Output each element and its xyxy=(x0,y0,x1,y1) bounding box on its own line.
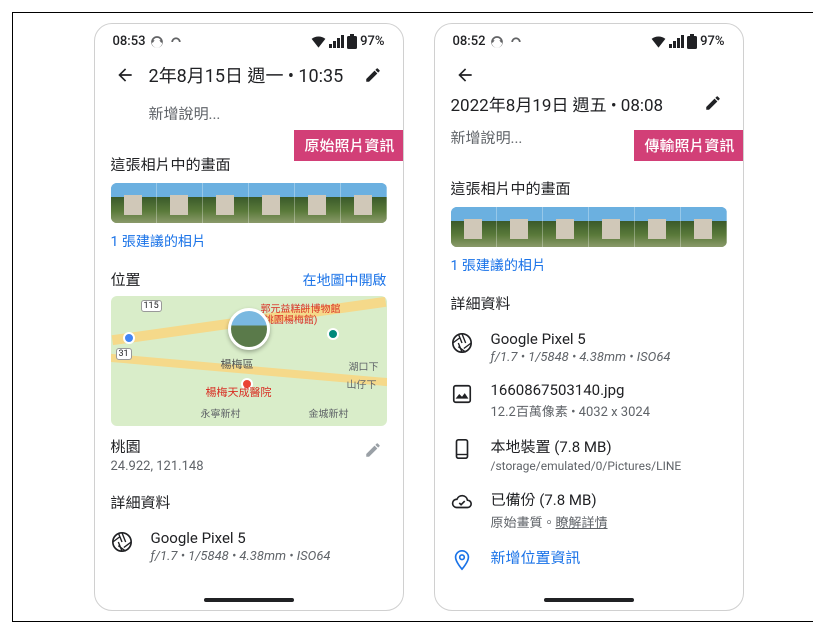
status-time: 08:53 xyxy=(113,34,146,49)
device-name: Google Pixel 5 xyxy=(151,529,331,547)
battery-percent: 97% xyxy=(700,34,724,49)
device-meta: ƒ/1.7 • 1/5848 • 4.38mm • ISO64 xyxy=(151,549,331,564)
map-pin-teal xyxy=(327,328,339,340)
back-button[interactable] xyxy=(451,61,479,89)
open-in-maps-link[interactable]: 在地圖中開啟 xyxy=(303,270,387,290)
map-photo-pin xyxy=(228,308,270,350)
device-meta: ƒ/1.7 • 1/5848 • 4.38mm • ISO64 xyxy=(491,350,671,365)
phone-transferred: 08:52 97% 2022年8月19日 週五 • 08:08 xyxy=(434,23,744,611)
wifi-icon xyxy=(311,36,326,48)
nav-bar[interactable] xyxy=(435,590,743,610)
map-route-115: 115 xyxy=(141,300,162,312)
status-bar: 08:53 97% xyxy=(95,24,403,53)
detail-device: Google Pixel 5 ƒ/1.7 • 1/5848 • 4.38mm •… xyxy=(111,529,387,564)
signal-icon xyxy=(669,35,684,48)
details-title: 詳細資料 xyxy=(111,492,387,513)
photo-datetime: 2年8月15日 週一 • 10:35 xyxy=(149,62,349,88)
detail-device: Google Pixel 5 ƒ/1.7 • 1/5848 • 4.38mm •… xyxy=(451,330,727,365)
device-icon xyxy=(451,438,473,460)
location-map[interactable]: 115 31 郭元益糕餅博物館 (桃園楊梅館) 楊梅區 楊梅天成醫院 湖口下 山… xyxy=(111,296,387,426)
location-place: 桃園 xyxy=(111,436,204,457)
battery-icon xyxy=(347,34,357,49)
map-route-31: 31 xyxy=(116,348,132,360)
detail-file: 1660867503140.jpg 12.2百萬像素 • 4032 x 3024 xyxy=(451,381,727,420)
location-title: 位置 xyxy=(111,269,141,290)
map-pin-blue xyxy=(123,332,135,344)
location-coords: 24.922, 121.148 xyxy=(111,459,204,474)
map-poi-7: 金城新村 xyxy=(309,405,349,420)
strip-title: 這張相片中的畫面 xyxy=(451,178,727,199)
map-poi-hospital: 楊梅天成醫院 xyxy=(206,384,272,400)
pencil-icon xyxy=(704,94,722,112)
wifi-icon xyxy=(651,36,666,48)
edit-datetime-button[interactable] xyxy=(699,89,727,117)
status-bar: 08:52 97% xyxy=(435,24,743,53)
battery-icon xyxy=(687,34,697,49)
backup-meta: 原始畫質。瞭解詳情 xyxy=(491,512,608,531)
cloud-sync-icon xyxy=(150,35,164,49)
pencil-icon xyxy=(364,66,382,84)
learn-more-link[interactable]: 瞭解詳情 xyxy=(556,516,608,531)
photo-strip[interactable] xyxy=(451,207,727,247)
badge-transferred: 傳輸照片資訊 xyxy=(634,130,742,161)
phone-original: 08:53 97% 2年8月15日 週一 • 10:35 xyxy=(94,23,404,611)
cloud-sync-icon xyxy=(490,35,504,49)
back-button[interactable] xyxy=(111,61,139,89)
details-title: 詳細資料 xyxy=(451,293,727,314)
add-location-row[interactable]: 新增位置資訊 xyxy=(451,547,727,571)
detail-backup: 已備份 (7.8 MB) 原始畫質。瞭解詳情 xyxy=(451,489,727,531)
backup-name: 已備份 (7.8 MB) xyxy=(491,489,608,510)
add-location-text: 新增位置資訊 xyxy=(491,547,581,568)
edit-location-button[interactable] xyxy=(359,436,387,464)
nav-bar[interactable] xyxy=(95,590,403,610)
battery-percent: 97% xyxy=(360,34,384,49)
arrow-left-icon xyxy=(455,65,475,85)
storage-path: /storage/emulated/0/Pictures/LINE xyxy=(491,459,682,473)
map-poi-museum: 郭元益糕餅博物館 (桃園楊梅館) xyxy=(261,304,341,326)
device-name: Google Pixel 5 xyxy=(491,330,671,348)
storage-name: 本地裝置 (7.8 MB) xyxy=(491,436,682,457)
map-poi-4: 湖口下 xyxy=(349,358,379,373)
edit-datetime-button[interactable] xyxy=(359,61,387,89)
aperture-icon xyxy=(451,332,473,354)
map-poi-district: 楊梅區 xyxy=(221,356,254,372)
status-time: 08:52 xyxy=(453,34,486,49)
arrow-left-icon xyxy=(115,65,135,85)
cast-icon xyxy=(169,35,183,49)
suggested-photos-link[interactable]: 1 張建議的相片 xyxy=(111,231,387,251)
cloud-check-icon xyxy=(451,491,473,513)
photo-datetime: 2022年8月19日 週五 • 08:08 xyxy=(451,91,689,116)
aperture-icon xyxy=(111,531,133,553)
map-poi-6: 永寧新村 xyxy=(201,405,241,420)
file-name: 1660867503140.jpg xyxy=(491,381,651,399)
image-icon xyxy=(451,383,473,405)
location-pin-icon xyxy=(451,549,473,571)
signal-icon xyxy=(329,35,344,48)
file-meta: 12.2百萬像素 • 4032 x 3024 xyxy=(491,401,651,420)
photo-strip[interactable] xyxy=(111,183,387,223)
suggested-photos-link[interactable]: 1 張建議的相片 xyxy=(451,255,727,275)
map-poi-5: 山仔下 xyxy=(347,376,377,391)
badge-original: 原始照片資訊 xyxy=(294,130,402,161)
cast-icon xyxy=(509,35,523,49)
pencil-icon xyxy=(364,441,382,459)
detail-storage: 本地裝置 (7.8 MB) /storage/emulated/0/Pictur… xyxy=(451,436,727,473)
